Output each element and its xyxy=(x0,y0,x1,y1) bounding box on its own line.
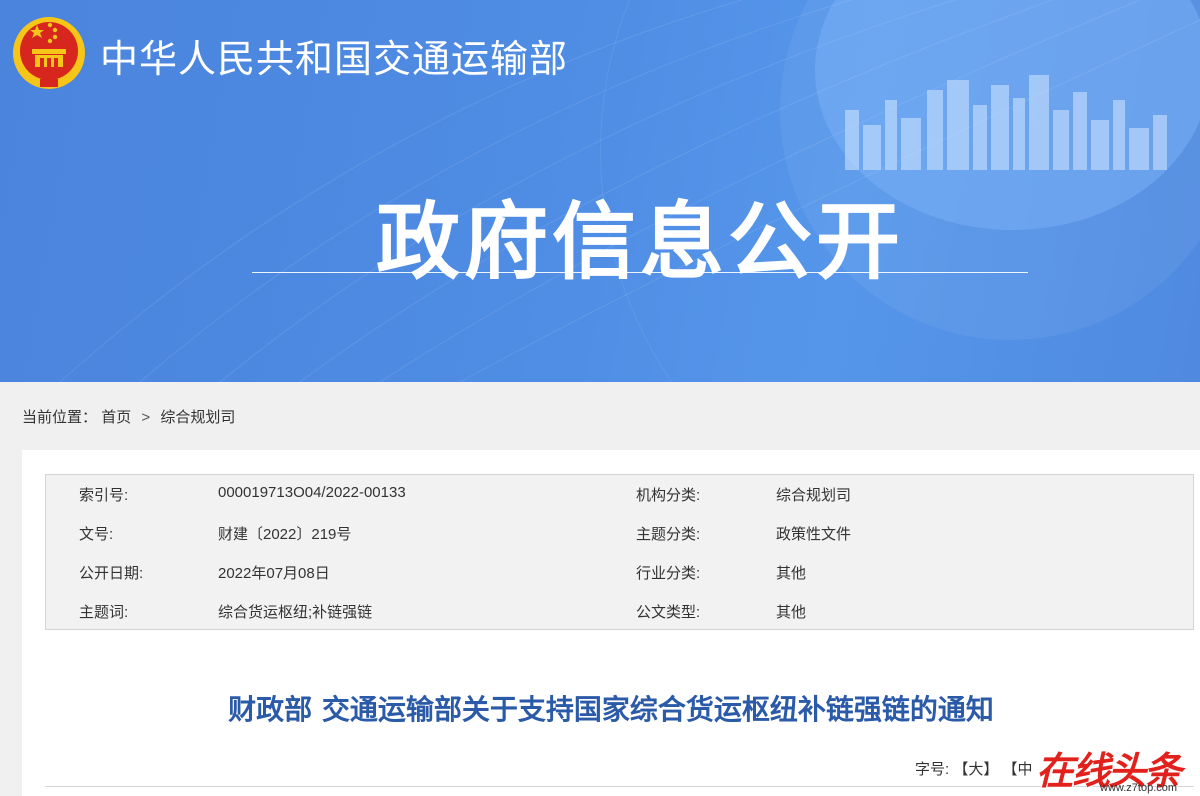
metadata-key: 索引号: xyxy=(79,487,129,504)
watermark-url: www.z7top.com xyxy=(1100,782,1178,794)
metadata-key: 机构分类: xyxy=(636,487,701,504)
font-size-label: 字号: xyxy=(915,761,950,778)
metadata-key: 主题分类: xyxy=(636,526,701,543)
font-size-selector: 字号: 【大】 【中 xyxy=(915,758,1033,779)
breadcrumb-home-link[interactable]: 首页 xyxy=(101,409,131,426)
metadata-value: 其他 xyxy=(776,604,807,621)
metadata-key: 文号: xyxy=(79,526,114,543)
breadcrumb-label: 当前位置： xyxy=(22,409,98,426)
metadata-value: 政策性文件 xyxy=(776,526,852,543)
ministry-name[interactable]: 中华人民共和国交通运输部 xyxy=(100,28,568,83)
document-title: 财政部 交通运输部关于支持国家综合货运枢纽补链强链的通知 xyxy=(228,693,994,726)
metadata-row: 公开日期: 2022年07月08日 行业分类: 其他 xyxy=(46,553,1193,592)
city-skyline-graphic xyxy=(845,75,1167,170)
national-emblem-logo xyxy=(13,17,85,89)
header-banner: 中华人民共和国交通运输部 政府信息公开 xyxy=(0,0,1200,382)
metadata-value: 000019713O04/2022-00133 xyxy=(218,484,406,501)
breadcrumb-department-link[interactable]: 综合规划司 xyxy=(160,409,235,426)
metadata-row: 文号: 财建〔2022〕219号 主题分类: 政策性文件 xyxy=(46,514,1193,553)
metadata-key: 公文类型: xyxy=(636,604,701,621)
font-size-medium-button[interactable]: 【中 xyxy=(1003,761,1033,778)
metadata-key: 公开日期: xyxy=(79,565,144,582)
metadata-value: 2022年07月08日 xyxy=(218,565,330,582)
content-divider xyxy=(45,786,1194,787)
metadata-value: 财建〔2022〕219号 xyxy=(218,526,352,543)
metadata-key: 主题词: xyxy=(79,604,129,621)
metadata-value: 综合货运枢纽;补链强链 xyxy=(218,604,373,621)
banner-title: 政府信息公开 xyxy=(375,193,904,291)
banner-divider xyxy=(252,272,1028,273)
document-metadata-table: 索引号: 000019713O04/2022-00133 机构分类: 综合规划司… xyxy=(45,474,1194,630)
metadata-row: 主题词: 综合货运枢纽;补链强链 公文类型: 其他 xyxy=(46,592,1193,631)
metadata-key: 行业分类: xyxy=(636,565,701,582)
breadcrumb-separator: > xyxy=(141,409,151,426)
metadata-value: 其他 xyxy=(776,565,807,582)
font-size-large-button[interactable]: 【大】 xyxy=(953,761,998,778)
metadata-value: 综合规划司 xyxy=(776,487,852,504)
site-watermark: 在线头条 www.z7top.com xyxy=(1036,740,1196,796)
breadcrumb: 当前位置： 首页 > 综合规划司 xyxy=(22,406,235,427)
metadata-row: 索引号: 000019713O04/2022-00133 机构分类: 综合规划司 xyxy=(46,475,1193,514)
content-panel: 索引号: 000019713O04/2022-00133 机构分类: 综合规划司… xyxy=(22,450,1200,796)
